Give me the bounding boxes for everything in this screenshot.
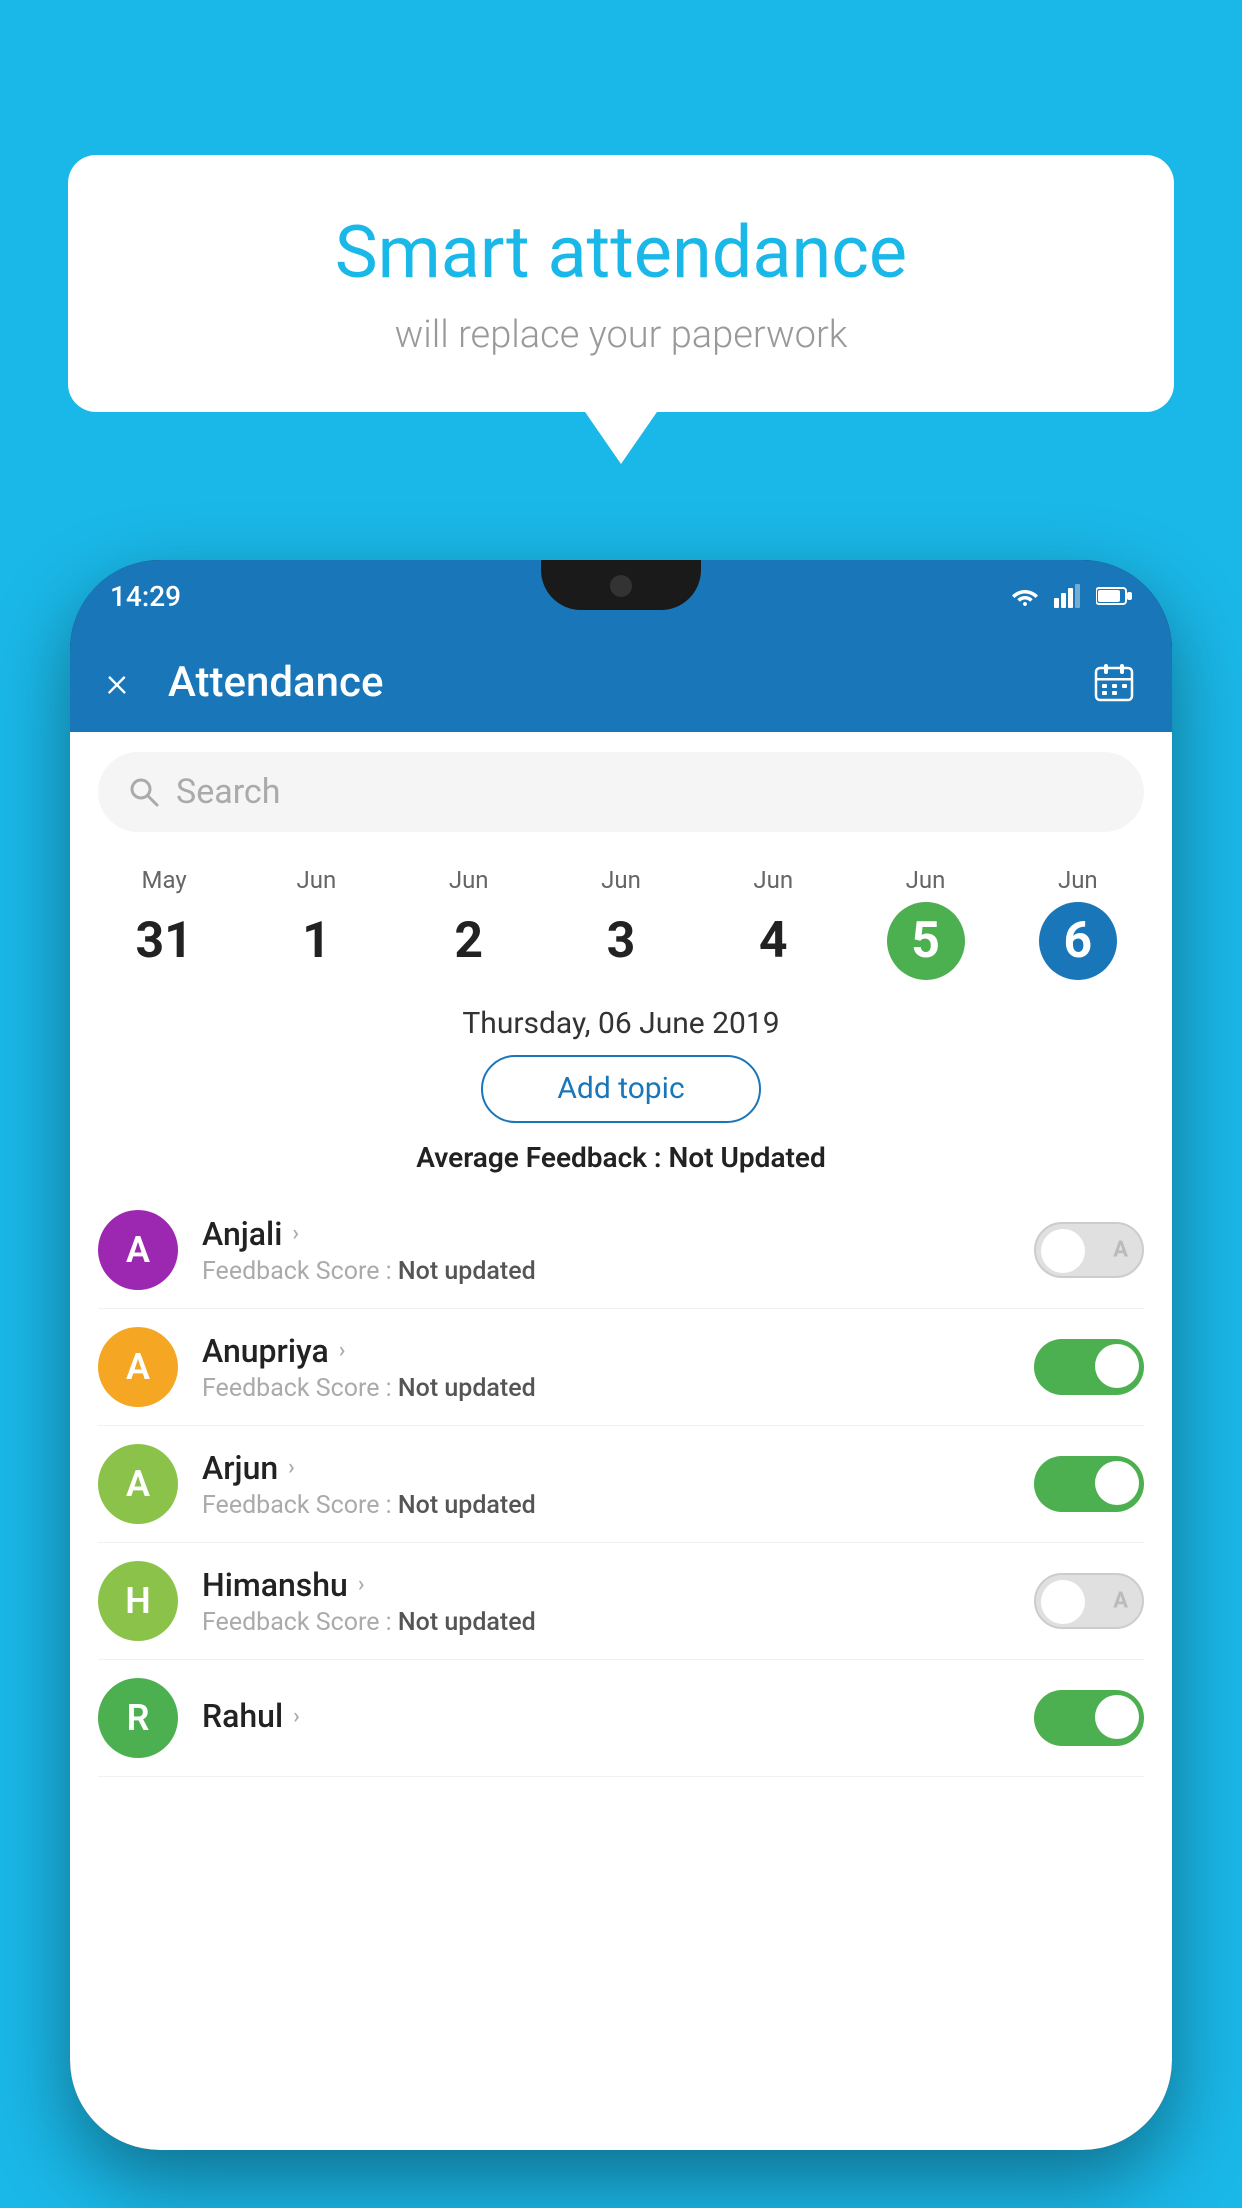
calendar-date-number: 5 — [887, 902, 965, 980]
avatar: A — [98, 1327, 178, 1407]
avg-feedback: Average Feedback : Not Updated — [70, 1141, 1172, 1174]
student-item[interactable]: A Arjun › Feedback Score : Not updated P — [98, 1426, 1144, 1543]
calendar-date-number: 31 — [125, 902, 203, 980]
calendar-month-label: May — [92, 866, 236, 894]
calendar-date-number: 3 — [582, 902, 660, 980]
calendar-day[interactable]: Jun 1 — [240, 858, 392, 988]
student-info: Arjun › Feedback Score : Not updated — [202, 1449, 1010, 1520]
calendar-strip: May 31 Jun 1 Jun 2 Jun 3 Jun 4 Jun 5 Jun 6 — [70, 848, 1172, 988]
chevron-right-icon: › — [288, 1455, 295, 1480]
toggle-label: P — [1116, 1355, 1130, 1380]
calendar-date-number: 6 — [1039, 902, 1117, 980]
calendar-day[interactable]: Jun 2 — [393, 858, 545, 988]
feedback-score: Feedback Score : Not updated — [202, 1374, 1010, 1403]
add-topic-button[interactable]: Add topic — [481, 1055, 761, 1123]
calendar-date-number: 1 — [277, 902, 355, 980]
search-icon — [128, 776, 160, 808]
status-icons — [1010, 584, 1132, 608]
feedback-score: Feedback Score : Not updated — [202, 1491, 1010, 1520]
student-item[interactable]: R Rahul › P — [98, 1660, 1144, 1777]
bubble-subtitle: will replace your paperwork — [128, 313, 1114, 357]
student-item[interactable]: A Anjali › Feedback Score : Not updated A — [98, 1192, 1144, 1309]
toggle-label: A — [1113, 1238, 1128, 1263]
attendance-toggle[interactable]: P — [1034, 1690, 1144, 1746]
calendar-day[interactable]: May 31 — [88, 858, 240, 988]
phone-mockup: 14:29 — [70, 560, 1172, 2208]
phone-notch — [541, 560, 701, 610]
camera — [610, 575, 632, 597]
close-button[interactable]: × — [106, 658, 128, 707]
status-time: 14:29 — [110, 580, 181, 613]
chevron-right-icon: › — [292, 1221, 299, 1246]
avatar: A — [98, 1210, 178, 1290]
student-list: AAnjali ›Feedback Score : Not updatedAAA… — [70, 1192, 1172, 1777]
calendar-date-number: 2 — [430, 902, 508, 980]
student-info: Himanshu › Feedback Score : Not updated — [202, 1566, 1010, 1637]
search-bar[interactable]: Search — [98, 752, 1144, 832]
speech-bubble: Smart attendance will replace your paper… — [68, 155, 1174, 412]
calendar-month-label: Jun — [1006, 866, 1150, 894]
attendance-toggle[interactable]: A — [1034, 1573, 1144, 1629]
app-bar-title: Attendance — [168, 658, 1092, 707]
avatar: R — [98, 1678, 178, 1758]
selected-date-label: Thursday, 06 June 2019 — [70, 1006, 1172, 1041]
student-name: Arjun › — [202, 1449, 1010, 1487]
student-name: Anjali › — [202, 1215, 1010, 1253]
wifi-icon — [1010, 584, 1040, 608]
feedback-score: Feedback Score : Not updated — [202, 1257, 1010, 1286]
calendar-icon[interactable] — [1092, 660, 1136, 704]
toggle-label: A — [1113, 1589, 1128, 1614]
student-info: Anjali › Feedback Score : Not updated — [202, 1215, 1010, 1286]
calendar-month-label: Jun — [397, 866, 541, 894]
chevron-right-icon: › — [358, 1572, 365, 1597]
feedback-score: Feedback Score : Not updated — [202, 1608, 1010, 1637]
student-name: Rahul › — [202, 1697, 1010, 1735]
calendar-day[interactable]: Jun 5 — [849, 858, 1001, 988]
avg-feedback-label: Average Feedback : — [416, 1141, 668, 1174]
calendar-month-label: Jun — [701, 866, 845, 894]
toggle-label: P — [1116, 1472, 1130, 1497]
attendance-toggle[interactable]: P — [1034, 1456, 1144, 1512]
phone-frame: 14:29 — [70, 560, 1172, 2150]
calendar-day[interactable]: Jun 6 — [1002, 858, 1154, 988]
screen-content: Search May 31 Jun 1 Jun 2 Jun 3 Jun 4 Jun 5 Jun 6 Thu… — [70, 732, 1172, 2150]
student-name: Anupriya › — [202, 1332, 1010, 1370]
student-item[interactable]: H Himanshu › Feedback Score : Not updated A — [98, 1543, 1144, 1660]
avatar: H — [98, 1561, 178, 1641]
signal-icon — [1054, 584, 1082, 608]
avg-feedback-value: Not Updated — [669, 1141, 826, 1174]
calendar-month-label: Jun — [853, 866, 997, 894]
student-item[interactable]: A Anupriya › Feedback Score : Not updated P — [98, 1309, 1144, 1426]
toggle-knob — [1041, 1580, 1085, 1624]
bubble-title: Smart attendance — [128, 210, 1114, 295]
toggle-knob — [1041, 1229, 1085, 1273]
calendar-day[interactable]: Jun 4 — [697, 858, 849, 988]
calendar-month-label: Jun — [549, 866, 693, 894]
attendance-toggle[interactable]: P — [1034, 1339, 1144, 1395]
calendar-day[interactable]: Jun 3 — [545, 858, 697, 988]
student-info: Rahul › — [202, 1697, 1010, 1739]
chevron-right-icon: › — [339, 1338, 346, 1363]
calendar-month-label: Jun — [244, 866, 388, 894]
search-input-placeholder: Search — [176, 772, 280, 812]
toggle-label: P — [1116, 1706, 1130, 1731]
avatar: A — [98, 1444, 178, 1524]
battery-icon — [1096, 586, 1132, 606]
attendance-toggle[interactable]: A — [1034, 1222, 1144, 1278]
student-name: Himanshu › — [202, 1566, 1010, 1604]
app-bar: × Attendance — [70, 632, 1172, 732]
calendar-date-number: 4 — [734, 902, 812, 980]
student-info: Anupriya › Feedback Score : Not updated — [202, 1332, 1010, 1403]
chevron-right-icon: › — [293, 1704, 300, 1729]
